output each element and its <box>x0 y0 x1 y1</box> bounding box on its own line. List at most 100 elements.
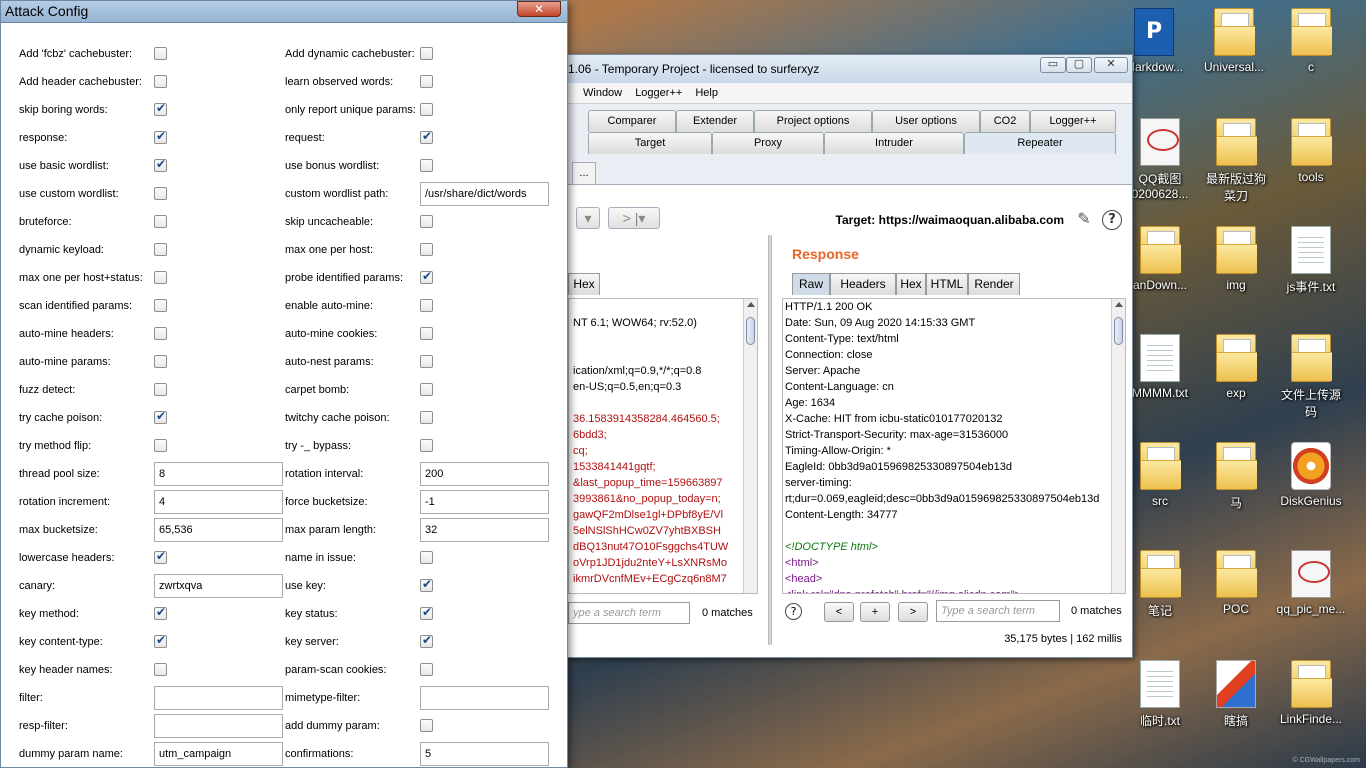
custom-wordlist-path-field[interactable]: /usr/share/dict/words <box>420 182 549 206</box>
fuzz-detect-checkbox[interactable] <box>154 383 167 396</box>
response-scrollbar[interactable] <box>1111 299 1125 593</box>
carpet-bomb-checkbox[interactable] <box>420 383 433 396</box>
help-icon[interactable]: ? <box>1102 210 1122 230</box>
use-key-checkbox[interactable] <box>420 577 433 592</box>
dummy-param-name-field[interactable]: utm_campaign <box>154 742 283 766</box>
try-cache-poison-checkbox[interactable] <box>154 409 167 424</box>
tab-intruder[interactable]: Intruder <box>824 132 964 154</box>
scroll-thumb[interactable] <box>1114 317 1123 345</box>
tab-target[interactable]: Target <box>588 132 712 154</box>
scroll-up-icon[interactable] <box>747 302 755 307</box>
maximize-button[interactable]: ▢ <box>1066 57 1092 73</box>
use-bonus-wordlist-checkbox[interactable] <box>420 159 433 172</box>
max-one-per-host-checkbox[interactable] <box>420 243 433 256</box>
desktop-icon[interactable]: 文件上传源 码 <box>1271 334 1351 420</box>
tab-proxy[interactable]: Proxy <box>712 132 824 154</box>
response-tab-render[interactable]: Render <box>968 273 1020 295</box>
key-method-checkbox[interactable] <box>154 605 167 620</box>
response-tab-headers[interactable]: Headers <box>830 273 896 295</box>
desktop-icon[interactable]: tools <box>1271 118 1351 184</box>
key-content-type-checkbox[interactable] <box>154 633 167 648</box>
tab-repeater[interactable]: Repeater <box>964 132 1116 154</box>
menu-window[interactable]: Window <box>578 83 627 99</box>
desktop-icon[interactable]: js事件.txt <box>1271 226 1351 295</box>
probe-identified-params-checkbox[interactable] <box>420 269 433 284</box>
response-tab-raw[interactable]: Raw <box>792 273 830 295</box>
max-bucketsize-field[interactable]: 65,536 <box>154 518 283 542</box>
thread-pool-size-field[interactable]: 8 <box>154 462 283 486</box>
filter-field[interactable] <box>154 686 283 710</box>
desktop-icon[interactable]: POC <box>1196 550 1276 616</box>
twitchy-cache-poison-checkbox[interactable] <box>420 411 433 424</box>
confirmations-field[interactable]: 5 <box>420 742 549 766</box>
try-bypass-checkbox[interactable] <box>420 439 433 452</box>
learn-observed-words-checkbox[interactable] <box>420 75 433 88</box>
response-editor[interactable]: HTTP/1.1 200 OK Date: Sun, 09 Aug 2020 14… <box>782 298 1126 594</box>
menu-help[interactable]: Help <box>690 83 723 99</box>
search-prev-button[interactable]: < <box>824 602 854 622</box>
max-param-length-field[interactable]: 32 <box>420 518 549 542</box>
resp-filter-field[interactable] <box>154 714 283 738</box>
lowercase-headers-checkbox[interactable] <box>154 549 167 564</box>
repeater-subtab[interactable]: ... <box>572 162 596 184</box>
request-editor[interactable]: NT 6.1; WOW64; rv:52.0) ication/xml;q=0.9… <box>568 298 758 594</box>
enable-auto-mine-checkbox[interactable] <box>420 299 433 312</box>
add-header-cachebuster-checkbox[interactable] <box>154 75 167 88</box>
request-scrollbar[interactable] <box>743 299 757 593</box>
desktop-icon[interactable]: 最新版过狗 菜刀 <box>1196 118 1276 204</box>
response-help-icon[interactable]: ? <box>785 603 802 620</box>
skip-boring-words-checkbox[interactable] <box>154 101 167 116</box>
desktop-icon[interactable]: LinkFinde... <box>1271 660 1351 726</box>
desktop-icon[interactable]: DiskGenius <box>1271 442 1351 508</box>
rotation-interval-field[interactable]: 200 <box>420 462 549 486</box>
add-dynamic-cachebuster-checkbox[interactable] <box>420 47 433 60</box>
scroll-thumb[interactable] <box>746 317 755 345</box>
desktop-icon[interactable]: Universal... <box>1194 8 1274 74</box>
search-add-button[interactable]: + <box>860 602 890 622</box>
rotation-increment-field[interactable]: 4 <box>154 490 283 514</box>
try-method-flip-checkbox[interactable] <box>154 439 167 452</box>
dialog-titlebar[interactable]: Attack Config ✕ <box>1 1 567 23</box>
nav-back-button[interactable]: ▾ <box>576 207 600 229</box>
search-next-button[interactable]: > <box>898 602 928 622</box>
request-tab-hex[interactable]: Hex <box>568 273 600 295</box>
auto-mine-params-checkbox[interactable] <box>154 355 167 368</box>
desktop-icon[interactable]: img <box>1196 226 1276 292</box>
key-status-checkbox[interactable] <box>420 605 433 620</box>
use-basic-wordlist-checkbox[interactable] <box>154 157 167 172</box>
scan-identified-params-checkbox[interactable] <box>154 299 167 312</box>
desktop-icon[interactable]: 马 <box>1196 442 1276 511</box>
desktop-icon[interactable]: qq_pic_me... <box>1271 550 1351 616</box>
pane-splitter[interactable] <box>768 235 772 645</box>
use-custom-wordlist-checkbox[interactable] <box>154 187 167 200</box>
desktop-icon[interactable]: 临时.txt <box>1120 660 1200 729</box>
bruteforce-checkbox[interactable] <box>154 215 167 228</box>
desktop-icon[interactable]: exp <box>1196 334 1276 400</box>
response-tab-html[interactable]: HTML <box>926 273 968 295</box>
scroll-up-icon[interactable] <box>1115 302 1123 307</box>
tab-comparer[interactable]: Comparer <box>588 110 676 132</box>
tab-extender[interactable]: Extender <box>676 110 754 132</box>
menu-logger[interactable]: Logger++ <box>630 83 687 99</box>
request-checkbox[interactable] <box>420 129 433 144</box>
minimize-button[interactable]: ▭ <box>1040 57 1066 73</box>
add-fcbz-cachebuster-checkbox[interactable] <box>154 47 167 60</box>
force-bucketsize-field[interactable]: -1 <box>420 490 549 514</box>
mimetype-filter-field[interactable] <box>420 686 549 710</box>
response-tab-hex[interactable]: Hex <box>896 273 926 295</box>
desktop-icon[interactable]: 瞎搞 <box>1196 660 1276 729</box>
dialog-close-button[interactable]: ✕ <box>517 1 561 17</box>
only-report-unique-params-checkbox[interactable] <box>420 103 433 116</box>
dynamic-keyload-checkbox[interactable] <box>154 243 167 256</box>
key-server-checkbox[interactable] <box>420 633 433 648</box>
tab-user-options[interactable]: User options <box>872 110 980 132</box>
tab-project-options[interactable]: Project options <box>754 110 872 132</box>
add-dummy-param-checkbox[interactable] <box>420 719 433 732</box>
response-search-input[interactable]: Type a search term <box>936 600 1060 622</box>
name-in-issue-checkbox[interactable] <box>420 551 433 564</box>
auto-mine-cookies-checkbox[interactable] <box>420 327 433 340</box>
param-scan-cookies-checkbox[interactable] <box>420 663 433 676</box>
key-header-names-checkbox[interactable] <box>154 663 167 676</box>
nav-forward-button[interactable]: > |▾ <box>608 207 660 229</box>
request-search-input[interactable]: ype a search term <box>568 602 690 624</box>
